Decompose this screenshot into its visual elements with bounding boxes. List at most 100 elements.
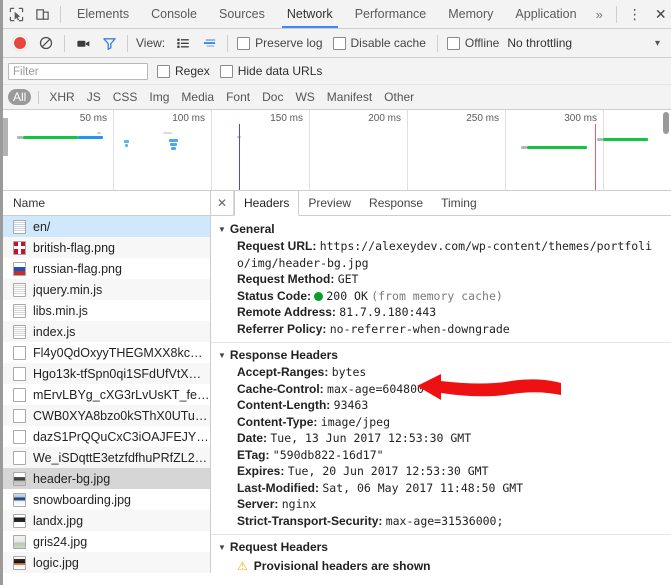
tab-response[interactable]: Response: [360, 191, 432, 215]
table-row[interactable]: libs.min.js: [3, 300, 210, 321]
tab-headers[interactable]: Headers: [234, 191, 300, 216]
hide-data-urls-box: [219, 64, 233, 78]
table-row[interactable]: snowboarding.jpg: [3, 489, 210, 510]
close-devtools-icon[interactable]: ✕: [648, 1, 671, 27]
header-value: nginx: [281, 497, 317, 511]
table-row[interactable]: Fl4y0QdOxyyTHEGMXX8kcRJtn…: [3, 342, 210, 363]
view-list-button[interactable]: [170, 30, 196, 56]
table-row[interactable]: mErvLBYg_cXG3rLvUsKT_fesZW…: [3, 384, 210, 405]
request-name: index.js: [33, 324, 76, 339]
type-filter-media[interactable]: Media: [176, 89, 219, 105]
request-name: We_iSDqttE3etzfdfhuPRfZL2QQ…: [33, 450, 210, 465]
table-row[interactable]: en/: [3, 216, 210, 237]
overview-left-grip[interactable]: [3, 118, 8, 156]
header-key: Request URL:: [237, 239, 317, 253]
network-overview-timeline[interactable]: 50 ms 100 ms 150 ms 200 ms 250 ms 300 ms: [3, 110, 671, 191]
tab-application[interactable]: Application: [504, 0, 587, 28]
tab-timing[interactable]: Timing: [432, 191, 486, 215]
overview-tick-label: 100 ms: [172, 113, 205, 124]
requests-list[interactable]: en/ british-flag.png russian-flag.png jq…: [3, 216, 210, 573]
more-tabs-icon[interactable]: »: [588, 7, 611, 22]
tab-elements[interactable]: Elements: [66, 0, 140, 28]
type-filter-img[interactable]: Img: [144, 89, 174, 105]
table-row[interactable]: jquery.min.js: [3, 279, 210, 300]
camera-icon: [76, 40, 89, 47]
offline-checkbox[interactable]: Offline: [446, 36, 500, 50]
close-detail-icon[interactable]: ✕: [211, 191, 234, 215]
image-file-icon: [13, 240, 26, 255]
capture-screenshots-button[interactable]: [70, 30, 96, 56]
header-row-expires: Expires: Tue, 20 Jun 2017 12:53:30 GMT: [211, 463, 671, 480]
header-value: 200 OK: [326, 288, 368, 303]
hide-data-urls-checkbox[interactable]: Hide data URLs: [219, 64, 322, 78]
view-waterfall-button[interactable]: [196, 30, 222, 56]
request-name: landx.jpg: [33, 513, 84, 528]
clear-button[interactable]: [33, 30, 59, 56]
request-name: Fl4y0QdOxyyTHEGMXX8kcRJtn…: [33, 345, 210, 360]
type-filter-other[interactable]: Other: [379, 89, 419, 105]
view-label: View:: [136, 36, 166, 50]
disable-cache-checkbox[interactable]: Disable cache: [332, 36, 426, 50]
table-row[interactable]: landx.jpg: [3, 510, 210, 531]
tabstrip-divider: [60, 5, 61, 23]
tab-network[interactable]: Network: [276, 0, 344, 28]
header-key: ETag:: [237, 447, 270, 462]
table-row-selected[interactable]: header-bg.jpg: [3, 468, 210, 489]
type-filter-font[interactable]: Font: [221, 89, 255, 105]
overview-scrollbar-thumb[interactable]: [663, 112, 669, 134]
generic-file-icon: [13, 366, 26, 381]
type-filter-css[interactable]: CSS: [108, 89, 143, 105]
throttling-select[interactable]: No throttling: [507, 36, 572, 50]
table-row[interactable]: logic.jpg: [3, 552, 210, 573]
overview-request-bar: [603, 138, 648, 141]
overview-gridline: [309, 110, 310, 190]
type-filter-manifest[interactable]: Manifest: [322, 89, 377, 105]
overview-request-bar: [23, 136, 78, 139]
type-filter-xhr[interactable]: XHR: [44, 89, 79, 105]
type-filter-all[interactable]: All: [8, 89, 32, 105]
image-file-icon: [13, 471, 26, 486]
header-row-content-length: Content-Length: 93463: [211, 397, 671, 414]
overview-request-bar: [125, 144, 128, 147]
panel-tabs: Elements Console Sources Network Perform…: [66, 0, 588, 28]
generic-file-icon: [13, 387, 26, 402]
header-value: Tue, 13 Jun 2017 12:53:30 GMT: [270, 431, 472, 445]
table-row[interactable]: index.js: [3, 321, 210, 342]
network-split-panes: Name en/ british-flag.png russian-flag.p…: [3, 191, 671, 573]
tab-preview[interactable]: Preview: [299, 191, 360, 215]
record-button[interactable]: [7, 30, 33, 56]
table-row[interactable]: Hgo13k-tfSpn0qi1SFdUfVtXRa…: [3, 363, 210, 384]
request-headers-section-header[interactable]: ▼ Request Headers: [211, 538, 671, 556]
tab-console[interactable]: Console: [140, 0, 208, 28]
table-row[interactable]: CWB0XYA8bzo0kSThX0UTuA.w…: [3, 405, 210, 426]
main-menu-icon[interactable]: ⋮: [622, 1, 648, 27]
preserve-log-checkbox[interactable]: Preserve log: [237, 36, 323, 50]
tab-performance[interactable]: Performance: [344, 0, 438, 28]
device-toolbar-icon[interactable]: [29, 1, 55, 27]
triangle-down-icon: ▼: [218, 542, 226, 552]
general-section-header[interactable]: ▼ General: [211, 220, 671, 238]
response-headers-section-header[interactable]: ▼ Response Headers: [211, 346, 671, 364]
inspect-element-icon[interactable]: [3, 1, 29, 27]
table-row[interactable]: british-flag.png: [3, 237, 210, 258]
offline-label: Offline: [464, 36, 500, 50]
table-row[interactable]: russian-flag.png: [3, 258, 210, 279]
type-filter-doc[interactable]: Doc: [257, 89, 288, 105]
table-row[interactable]: We_iSDqttE3etzfdfhuPRfZL2QQ…: [3, 447, 210, 468]
tab-memory[interactable]: Memory: [437, 0, 504, 28]
table-row[interactable]: dazS1PrQQuCxC3iOAJFEJYIIZu…: [3, 426, 210, 447]
filter-input[interactable]: Filter: [8, 62, 148, 80]
request-name: logic.jpg: [33, 555, 79, 570]
tab-sources[interactable]: Sources: [208, 0, 276, 28]
regex-box: [157, 64, 170, 78]
header-key: Request Method:: [237, 272, 335, 286]
toggle-filter-button[interactable]: [96, 30, 122, 56]
type-filter-js[interactable]: JS: [82, 89, 106, 105]
header-value: bytes: [331, 365, 367, 379]
chevron-down-icon[interactable]: ▾: [655, 38, 667, 49]
column-header-name[interactable]: Name: [13, 196, 45, 210]
regex-checkbox[interactable]: Regex: [157, 64, 210, 78]
type-filter-ws[interactable]: WS: [290, 89, 319, 105]
table-row[interactable]: gris24.jpg: [3, 531, 210, 552]
overview-gridline: [211, 110, 212, 190]
